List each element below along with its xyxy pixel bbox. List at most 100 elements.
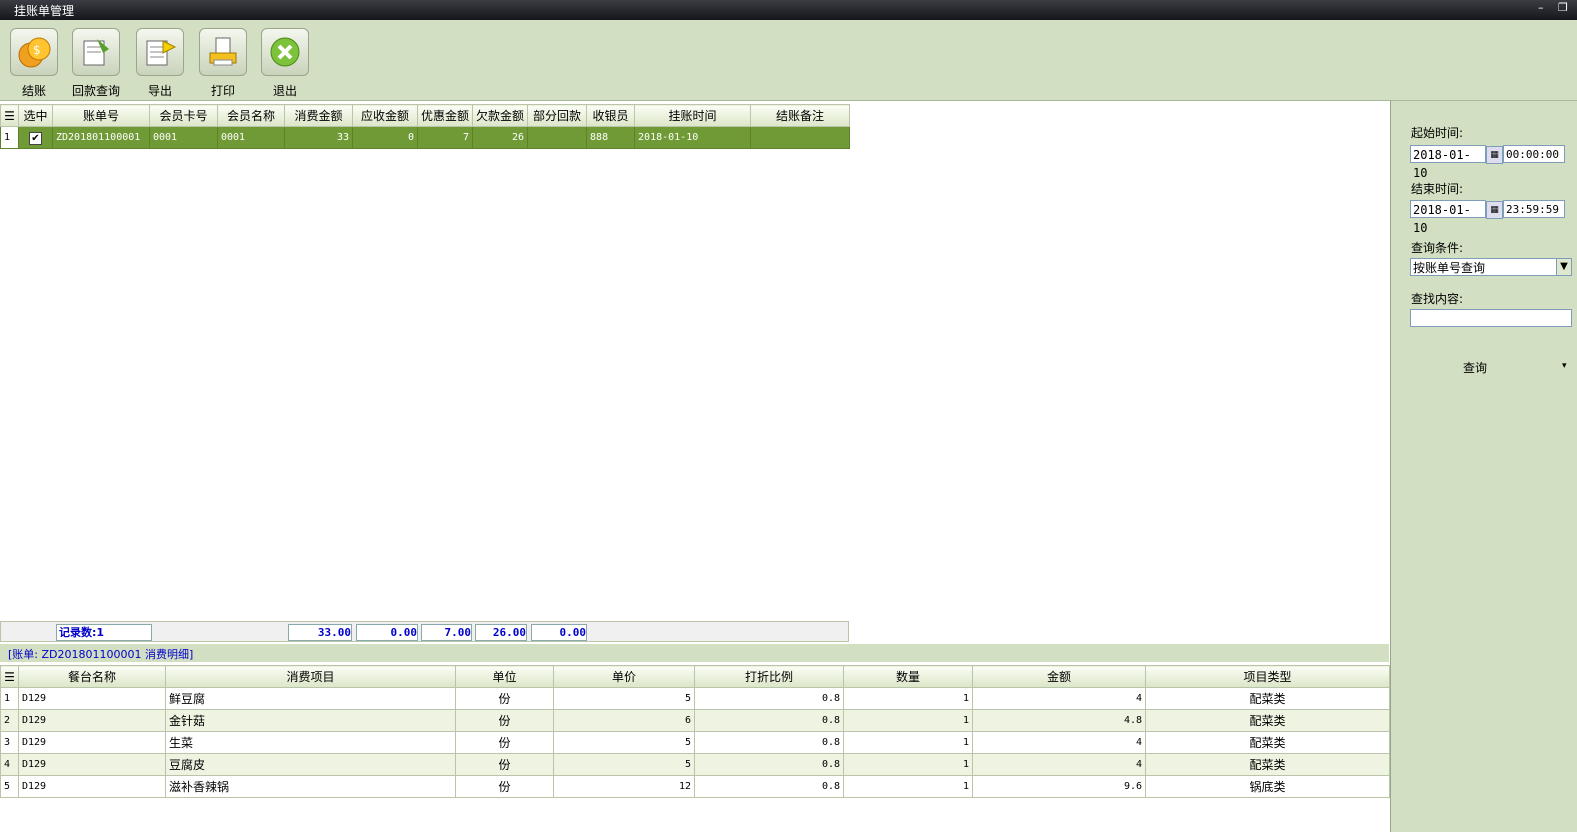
type-cell: 配菜类 xyxy=(1145,753,1390,776)
title-bar: 挂账单管理 – ❐ xyxy=(0,0,1577,20)
col-card-no[interactable]: 会员卡号 xyxy=(149,104,218,127)
close-icon xyxy=(261,28,309,76)
consume-cell: 33 xyxy=(284,126,353,149)
find-content-input[interactable] xyxy=(1410,309,1572,327)
table-row[interactable]: 1 ✔ ZD201801100001 0001 0001 33 0 7 26 8… xyxy=(0,126,851,149)
col-debt[interactable]: 欠款金额 xyxy=(472,104,529,127)
card-cell: 0001 xyxy=(149,126,218,149)
find-content-label: 查找内容: xyxy=(1411,292,1464,306)
col-partial[interactable]: 部分回款 xyxy=(527,104,588,127)
printer-icon xyxy=(199,28,247,76)
query-condition-select[interactable]: 按账单号查询 ▼ xyxy=(1410,258,1572,276)
table-row[interactable]: 3 D129 生菜 份 5 0.8 1 4 配菜类 xyxy=(0,731,1390,754)
dropdown-arrow-icon[interactable]: ▾ xyxy=(1562,361,1567,371)
table-cell: D129 xyxy=(18,687,166,710)
col-note[interactable]: 结账备注 xyxy=(750,104,851,127)
col-amount[interactable]: 金额 xyxy=(972,665,1146,688)
column-menu-icon[interactable]: ☰ xyxy=(0,104,19,127)
end-date-field[interactable]: 2018-01-10 xyxy=(1410,200,1486,235)
table-row[interactable]: 5 D129 滋补香辣锅 份 12 0.8 1 9.6 锅底类 xyxy=(0,775,1390,798)
end-time-field[interactable]: 23:59:59 xyxy=(1503,200,1565,218)
row-number: 1 xyxy=(0,126,19,149)
type-cell: 配菜类 xyxy=(1145,687,1390,710)
print-button[interactable]: 打印 xyxy=(197,28,249,98)
checkout-button[interactable]: $ 结账 xyxy=(8,28,60,98)
bill-cell: ZD201801100001 xyxy=(52,126,150,149)
col-item[interactable]: 消费项目 xyxy=(165,665,456,688)
col-price[interactable]: 单价 xyxy=(553,665,695,688)
summary-bar: 记录数:1 33.00 0.00 7.00 26.00 0.00 xyxy=(0,621,849,642)
row-number: 4 xyxy=(0,753,19,776)
col-ratio[interactable]: 打折比例 xyxy=(694,665,844,688)
exit-label: 退出 xyxy=(272,84,297,98)
type-cell: 锅底类 xyxy=(1145,775,1390,798)
col-member-name[interactable]: 会员名称 xyxy=(217,104,285,127)
master-grid: ☰ 选中 账单号 会员卡号 会员名称 消费金额 应收金额 优惠金额 欠款金额 部… xyxy=(0,104,851,149)
unit-cell: 份 xyxy=(455,687,554,710)
col-time[interactable]: 挂账时间 xyxy=(634,104,752,127)
col-selected[interactable]: 选中 xyxy=(18,104,53,127)
minimize-icon[interactable]: – xyxy=(1538,1,1544,14)
table-row[interactable]: 4 D129 豆腐皮 份 5 0.8 1 4 配菜类 xyxy=(0,753,1390,776)
item-cell: 滋补香辣锅 xyxy=(165,775,456,798)
unit-cell: 份 xyxy=(455,775,554,798)
type-cell: 配菜类 xyxy=(1145,709,1390,732)
calendar-icon[interactable]: ▦ xyxy=(1486,201,1503,219)
start-date-field[interactable]: 2018-01-10 xyxy=(1410,145,1486,180)
detail-header-row: ☰ 餐台名称 消费项目 单位 单价 打折比例 数量 金额 项目类型 xyxy=(0,665,1390,688)
toolbar: $ 结账 回款查询 导出 打印 退出 xyxy=(0,20,1577,101)
start-time-field[interactable]: 00:00:00 xyxy=(1503,145,1565,163)
qty-cell: 1 xyxy=(843,687,973,710)
row-checkbox-cell[interactable]: ✔ xyxy=(18,126,53,149)
price-cell: 5 xyxy=(553,753,695,776)
chevron-down-icon[interactable]: ▼ xyxy=(1556,259,1571,275)
table-row[interactable]: 1 D129 鲜豆腐 份 5 0.8 1 4 配菜类 xyxy=(0,687,1390,710)
col-receivable[interactable]: 应收金额 xyxy=(352,104,418,127)
qty-cell: 1 xyxy=(843,753,973,776)
restore-icon[interactable]: ❐ xyxy=(1558,1,1568,14)
discount-cell: 7 xyxy=(416,126,474,149)
svg-text:$: $ xyxy=(33,43,41,57)
detail-grid: ☰ 餐台名称 消费项目 单位 单价 打折比例 数量 金额 项目类型 1 D129… xyxy=(0,665,1390,798)
table-cell: D129 xyxy=(18,753,166,776)
detail-column-menu-icon[interactable]: ☰ xyxy=(0,665,19,688)
ratio-cell: 0.8 xyxy=(694,731,844,754)
exit-button[interactable]: 退出 xyxy=(259,28,311,98)
query-button[interactable]: 查询 xyxy=(1463,359,1487,376)
debt-cell: 26 xyxy=(472,126,529,149)
cashier-cell: 888 xyxy=(586,126,636,149)
export-icon xyxy=(136,28,184,76)
receivable-cell: 0 xyxy=(352,126,418,149)
export-button[interactable]: 导出 xyxy=(134,28,186,98)
detail-caption-text: [账单: ZD201801100001 消费明细] xyxy=(8,648,194,661)
col-bill-no[interactable]: 账单号 xyxy=(52,104,150,127)
col-type[interactable]: 项目类型 xyxy=(1145,665,1390,688)
ratio-cell: 0.8 xyxy=(694,709,844,732)
calendar-icon[interactable]: ▦ xyxy=(1486,146,1503,164)
sum-partial: 0.00 xyxy=(531,624,587,641)
amount-cell: 9.6 xyxy=(972,775,1146,798)
price-cell: 12 xyxy=(553,775,695,798)
unit-cell: 份 xyxy=(455,731,554,754)
col-unit[interactable]: 单位 xyxy=(455,665,554,688)
note-cell xyxy=(750,126,851,149)
item-cell: 鲜豆腐 xyxy=(165,687,456,710)
checkbox[interactable]: ✔ xyxy=(29,132,42,145)
col-consume[interactable]: 消费金额 xyxy=(284,104,353,127)
detail-caption: [账单: ZD201801100001 消费明细] xyxy=(0,644,1389,662)
row-number: 3 xyxy=(0,731,19,754)
col-cashier[interactable]: 收银员 xyxy=(586,104,636,127)
repayment-query-button[interactable]: 回款查询 xyxy=(70,28,122,98)
col-discount[interactable]: 优惠金额 xyxy=(416,104,474,127)
print-label: 打印 xyxy=(210,84,235,98)
col-table-name[interactable]: 餐台名称 xyxy=(18,665,166,688)
coins-icon: $ xyxy=(10,28,58,76)
table-row[interactable]: 2 D129 金针菇 份 6 0.8 1 4.8 配菜类 xyxy=(0,709,1390,732)
repayment-query-label: 回款查询 xyxy=(71,84,120,98)
price-cell: 6 xyxy=(553,709,695,732)
row-number: 2 xyxy=(0,709,19,732)
unit-cell: 份 xyxy=(455,709,554,732)
amount-cell: 4 xyxy=(972,753,1146,776)
name-cell: 0001 xyxy=(217,126,285,149)
col-qty[interactable]: 数量 xyxy=(843,665,973,688)
